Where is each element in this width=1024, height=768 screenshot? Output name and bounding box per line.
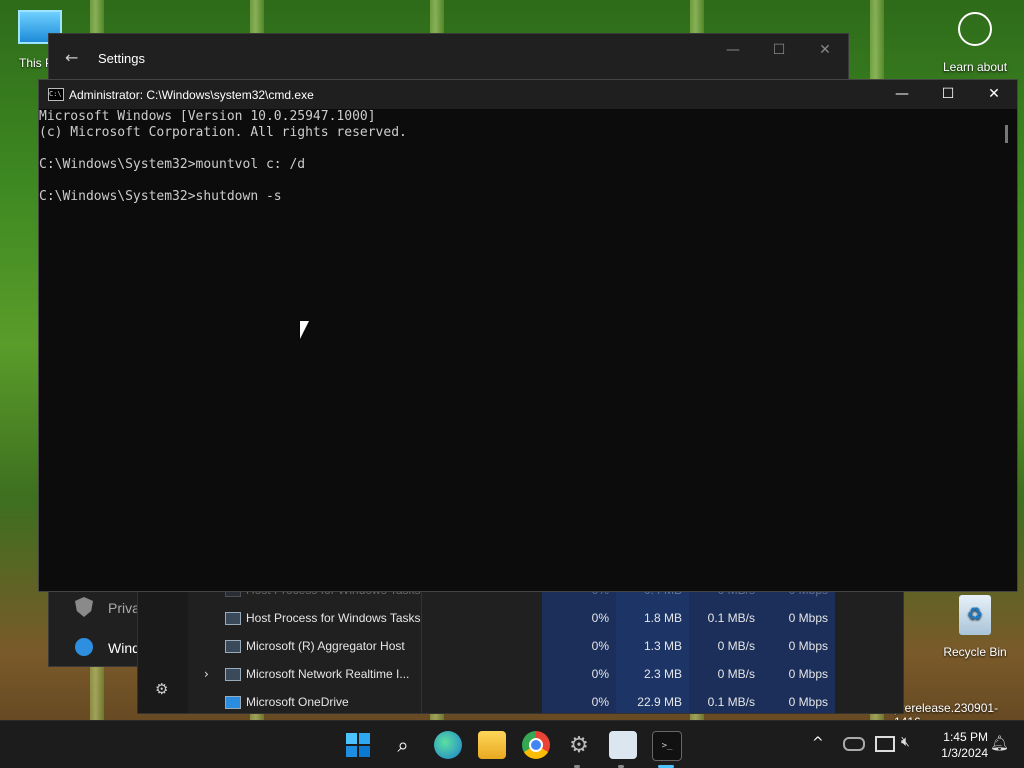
maximize-button[interactable]: ☐ [925,78,971,110]
clock[interactable]: 1:45 PM 1/3/2024 [926,729,988,761]
notification-bell-icon[interactable]: 🔔︎ [990,734,1009,752]
memory-value: 1.3 MB [643,639,682,653]
chevron-right-icon[interactable]: › [204,667,209,681]
recycle-bin-icon: ♻ [959,595,991,635]
console-output[interactable]: Microsoft Windows [Version 10.0.25947.10… [39,109,407,205]
table-row[interactable]: Microsoft (R) Aggregator Host 0% 1.3 MB 0 M… [138,632,903,660]
terminal-icon[interactable]: >_ [652,731,682,761]
minimize-button[interactable]: — [710,34,756,66]
cmd-title: Administrator: C:\Windows\system32\cmd.e… [69,88,314,102]
desktop-icon-recycle-bin[interactable]: ♻ Recycle Bin [935,595,1015,659]
process-name: Microsoft Network Realtime I... [246,667,410,681]
settings-titlebar[interactable]: ← Settings — ☐ ✕ [49,34,848,80]
process-name: Microsoft (R) Aggregator Host [246,639,405,653]
search-icon[interactable]: ⌕ [389,731,417,759]
memory-value: 1.8 MB [643,611,682,625]
table-row[interactable]: › Microsoft Network Realtime I... 0% 2.3 MB… [138,660,903,688]
cmd-app-icon: C:\ [48,88,64,101]
process-icon [225,612,241,625]
cpu-value: 0% [591,611,609,625]
start-icon[interactable] [344,731,372,759]
cmd-titlebar[interactable]: C:\ Administrator: C:\Windows\system32\c… [39,80,1017,109]
chevron-up-icon[interactable]: ^ [812,735,824,751]
table-row[interactable]: Microsoft OneDrive 0% 22.9 MB 0.1 MB/s 0 Mbp… [138,688,903,713]
disk-value: 0 MB/s [717,667,755,681]
windows-update-icon [75,638,93,656]
process-icon [225,640,241,653]
process-name: Host Process for Windows Tasks [246,611,421,625]
settings-icon[interactable]: ⚙ [565,731,593,759]
volume-muted-icon[interactable]: 🔇︎ [901,734,910,750]
file-explorer-icon[interactable] [478,731,506,759]
onedrive-offline-icon[interactable] [843,737,865,751]
disk-value: 0.1 MB/s [707,695,755,709]
process-icon [225,668,241,681]
cpu-value: 0% [591,639,609,653]
minimize-button[interactable]: — [879,78,925,110]
network-value: 0 Mbps [788,611,828,625]
desktop-icon-label: Recycle Bin [943,645,1007,659]
close-button[interactable]: ✕ [802,34,848,66]
memory-value: 2.3 MB [643,667,682,681]
edge-beta-icon[interactable] [434,731,462,759]
maximize-button[interactable]: ☐ [756,34,802,66]
desktop-icon-label: Learn about [942,60,1008,74]
cmd-window[interactable]: C:\ Administrator: C:\Windows\system32\c… [38,79,1018,592]
process-name: Microsoft OneDrive [246,695,349,709]
learn-about-icon [958,12,992,46]
disk-value: 0.1 MB/s [707,611,755,625]
nav-item-windows-update[interactable]: Wind [108,640,140,656]
network-icon[interactable] [875,736,895,752]
cpu-value: 0% [591,695,609,709]
taskbar: ⌕ ⚙ >_ ^ 🔇︎ 1:45 PM 1/3/2024 🔔︎ [0,720,1024,768]
disk-value: 0 MB/s [717,639,755,653]
onedrive-icon [225,696,241,709]
nav-item-privacy[interactable]: Priva [108,600,140,616]
network-value: 0 Mbps [788,639,828,653]
desktop-icon-learn[interactable]: Learn about [935,10,1015,74]
task-manager-icon[interactable] [609,731,637,759]
memory-value: 22.9 MB [637,695,682,709]
chrome-icon[interactable] [522,731,550,759]
mouse-cursor-icon [300,321,309,339]
settings-title: Settings [98,51,145,66]
close-button[interactable]: ✕ [971,78,1017,110]
clock-date: 1/3/2024 [941,746,988,760]
table-row[interactable]: Host Process for Windows Tasks 0% 1.8 MB 0.… [138,604,903,632]
network-value: 0 Mbps [788,667,828,681]
clock-time: 1:45 PM [943,730,988,744]
task-manager-window[interactable]: ⚙ Host Process for Windows Tasks0%0.4 MB… [137,578,904,714]
shield-icon [75,597,93,617]
scrollbar-thumb[interactable] [1005,125,1008,143]
back-arrow-icon[interactable]: ← [65,48,78,67]
cpu-value: 0% [591,667,609,681]
network-value: 0 Mbps [788,695,828,709]
